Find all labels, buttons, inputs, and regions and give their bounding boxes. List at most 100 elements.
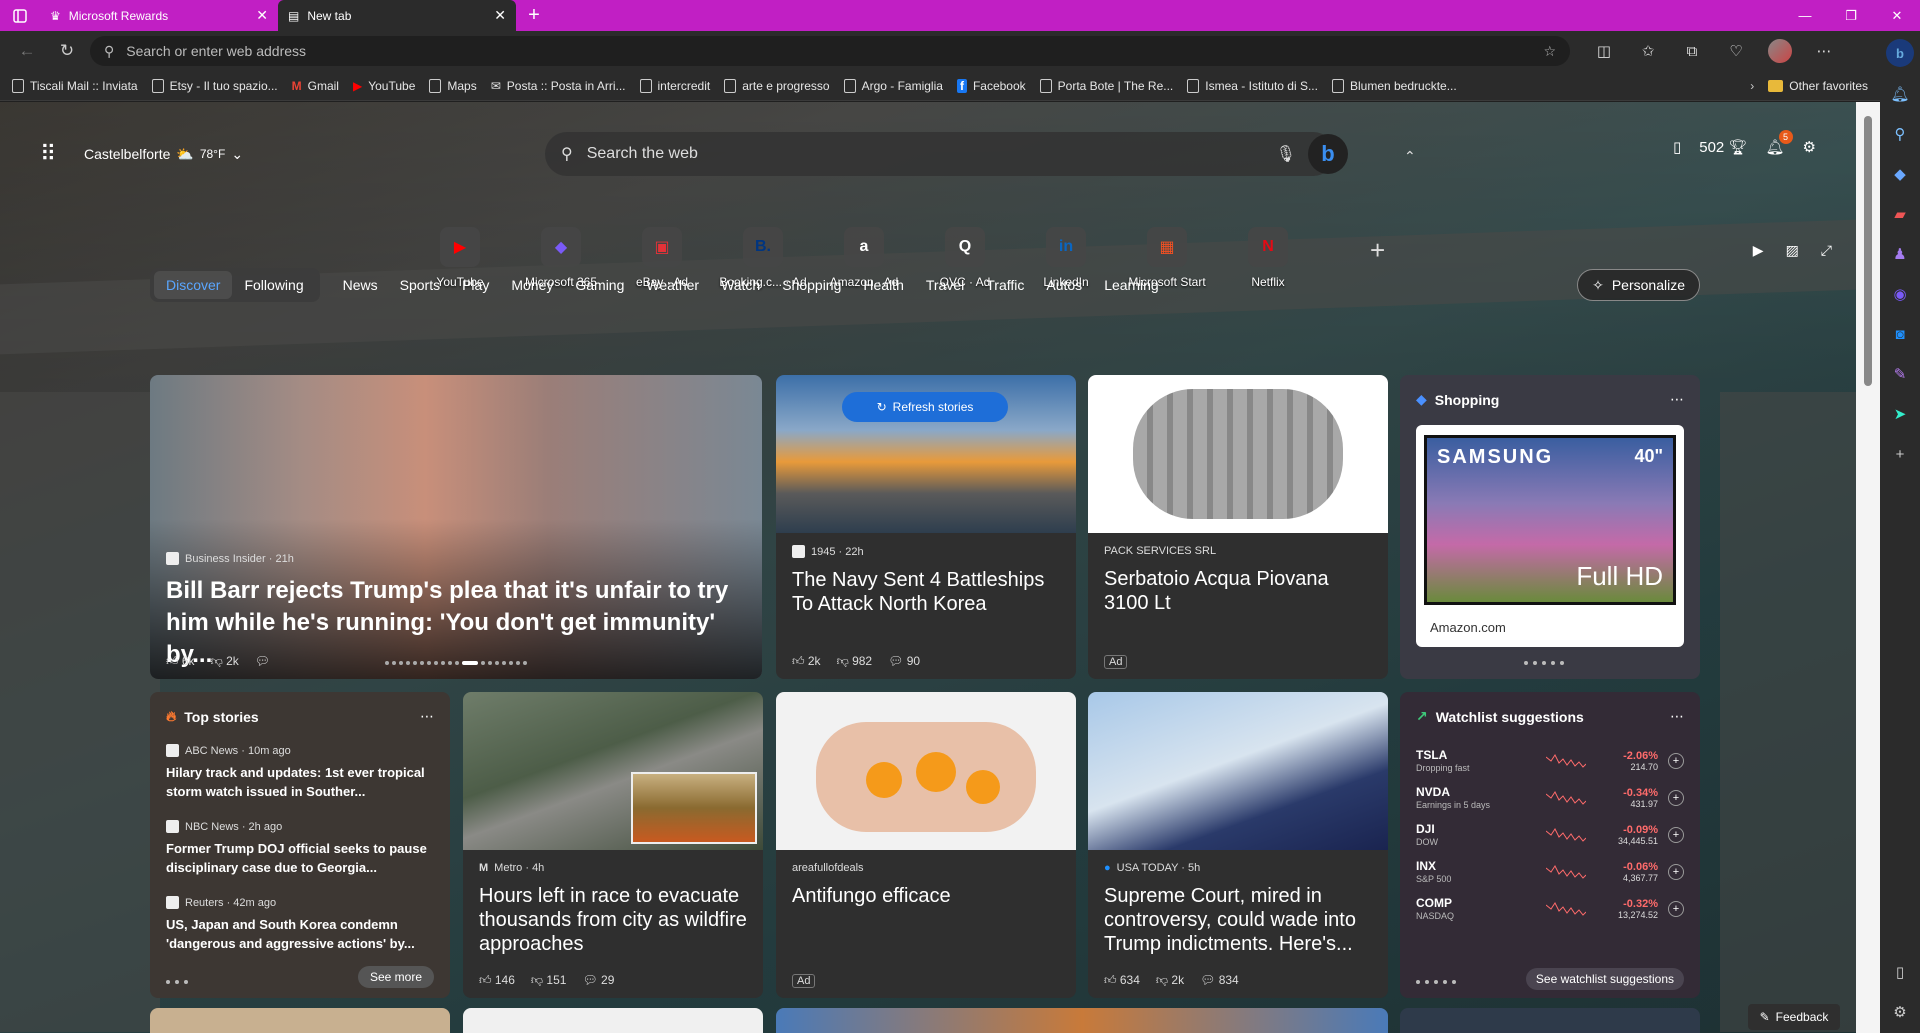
- back-button[interactable]: ←: [10, 36, 44, 66]
- fav-item[interactable]: intercredit: [639, 78, 710, 93]
- feed-tab-watch[interactable]: Watch: [710, 277, 771, 293]
- news-card-wildfire[interactable]: M Metro · 4h Hours left in race to evacua…: [463, 692, 763, 998]
- product-card[interactable]: SAMSUNG 40" Full HD Amazon.com: [1416, 425, 1684, 647]
- fav-item[interactable]: arte e progresso: [724, 78, 830, 93]
- more-options-icon[interactable]: ⋯: [1670, 708, 1684, 725]
- feed-tab-news[interactable]: News: [332, 277, 389, 293]
- collapse-chevron-icon[interactable]: ⌃: [1404, 148, 1416, 165]
- m365-icon[interactable]: ◉: [1887, 281, 1913, 307]
- add-to-watchlist-icon[interactable]: +: [1668, 753, 1684, 769]
- fav-item[interactable]: Maps: [429, 78, 477, 93]
- collections-icon[interactable]: ⧉: [1672, 36, 1712, 66]
- see-more-button[interactable]: See more: [357, 966, 434, 988]
- tab-following[interactable]: Following: [232, 271, 315, 299]
- outlook-icon[interactable]: ◙: [1887, 321, 1913, 347]
- tab-microsoft-rewards[interactable]: ♛ Microsoft Rewards ✕: [40, 0, 278, 31]
- feed-tab-gaming[interactable]: Gaming: [564, 277, 635, 293]
- feed-tab-travel[interactable]: Travel: [915, 277, 975, 293]
- add-to-watchlist-icon[interactable]: +: [1668, 864, 1684, 880]
- news-card-partial[interactable]: [776, 1008, 1388, 1033]
- tab-new-tab[interactable]: ▤ New tab ✕: [278, 0, 516, 31]
- stock-row[interactable]: DJI DOW -0.09% 34,445.51 +: [1416, 816, 1684, 854]
- comment-button[interactable]: 💬︎ 29: [582, 973, 614, 988]
- card-headline[interactable]: Supreme Court, mired in controversy, cou…: [1104, 884, 1372, 956]
- like-button[interactable]: 👍︎ 2k: [792, 654, 821, 669]
- games-icon[interactable]: ♟: [1887, 241, 1913, 267]
- story-item[interactable]: Reuters · 42m ago US, Japan and South Ko…: [166, 896, 434, 953]
- ad-card-water-tank[interactable]: PACK SERVICES SRL Serbatoio Acqua Piovan…: [1088, 375, 1388, 679]
- like-button[interactable]: 👍︎ 634: [1104, 973, 1140, 988]
- dislike-button[interactable]: 👎︎ 2k: [211, 654, 239, 669]
- personalize-button[interactable]: ✧ Personalize: [1577, 269, 1700, 301]
- ad-card-antifungal[interactable]: areafullofdeals Antifungo efficace Ad: [776, 692, 1076, 998]
- fav-item[interactable]: ▶ YouTube: [353, 79, 415, 93]
- comment-button[interactable]: 💬︎ 834: [1200, 973, 1239, 988]
- story-item[interactable]: NBC News · 2h ago Former Trump DOJ offic…: [166, 820, 434, 877]
- tools-icon[interactable]: ▰: [1887, 201, 1913, 227]
- weather-widget[interactable]: Castelbelforte ⛅ 78°F ⌄: [84, 146, 243, 163]
- split-screen-icon[interactable]: ◫: [1584, 36, 1624, 66]
- chevron-right-icon[interactable]: ›: [1750, 79, 1754, 93]
- minimize-icon[interactable]: —: [1782, 0, 1828, 31]
- card-headline[interactable]: Serbatoio Acqua Piovana 3100 Lt: [1104, 567, 1372, 615]
- add-to-watchlist-icon[interactable]: +: [1668, 827, 1684, 843]
- notification-bell-icon[interactable]: 🔔︎: [1887, 81, 1913, 107]
- scroll-thumb[interactable]: [1864, 116, 1872, 386]
- more-menu-icon[interactable]: ⋯: [1804, 36, 1844, 66]
- bing-chat-icon[interactable]: b: [1886, 39, 1914, 67]
- feed-tab-play[interactable]: Play: [451, 277, 500, 293]
- feed-tab-learning[interactable]: Learning: [1093, 277, 1170, 293]
- feed-tab-weather[interactable]: Weather: [635, 277, 710, 293]
- fav-item[interactable]: Argo - Famiglia: [843, 78, 943, 93]
- comment-button[interactable]: 💬︎ 90: [888, 654, 920, 669]
- fav-item[interactable]: Blumen bedruckte...: [1331, 78, 1457, 93]
- like-button[interactable]: 👍︎ 146: [479, 973, 515, 988]
- carousel-dots[interactable]: [1524, 661, 1564, 665]
- performance-icon[interactable]: ♡: [1716, 36, 1756, 66]
- close-tab-icon[interactable]: ✕: [494, 7, 506, 24]
- dislike-button[interactable]: 👎︎ 151: [531, 973, 567, 988]
- fav-item[interactable]: Tiscali Mail :: Inviata: [12, 78, 138, 93]
- designer-icon[interactable]: ✎: [1887, 361, 1913, 387]
- feed-tab-traffic[interactable]: Traffic: [975, 277, 1035, 293]
- favorite-star-icon[interactable]: ☆: [1543, 43, 1556, 60]
- weather-card-partial[interactable]: [1400, 1008, 1700, 1033]
- shopping-tag-icon[interactable]: ◆: [1887, 161, 1913, 187]
- stock-row[interactable]: INX S&P 500 -0.06% 4,367.77 +: [1416, 853, 1684, 891]
- vertical-scrollbar[interactable]: [1856, 102, 1880, 1033]
- play-icon[interactable]: ▶: [1753, 242, 1764, 259]
- card-headline[interactable]: The Navy Sent 4 Battleships To Attack No…: [792, 568, 1060, 616]
- settings-gear-icon[interactable]: ⚙: [1887, 999, 1913, 1025]
- image-info-icon[interactable]: ▨: [1786, 242, 1799, 259]
- add-icon[interactable]: +: [1887, 441, 1913, 467]
- search-icon[interactable]: ⚲: [1887, 121, 1913, 147]
- see-watchlist-button[interactable]: See watchlist suggestions: [1525, 968, 1684, 990]
- more-options-icon[interactable]: ⋯: [1670, 391, 1684, 408]
- feedback-button[interactable]: ✎ Feedback: [1748, 1004, 1840, 1030]
- fav-item[interactable]: Etsy - Il tuo spazio...: [151, 78, 278, 93]
- story-item[interactable]: ABC News · 10m ago Hilary track and upda…: [166, 744, 434, 801]
- feed-tab-health[interactable]: Health: [852, 277, 914, 293]
- add-to-watchlist-icon[interactable]: +: [1668, 901, 1684, 917]
- other-favorites-folder[interactable]: Other favorites: [1768, 79, 1868, 93]
- fav-item[interactable]: Ismea - Istituto di S...: [1187, 78, 1318, 93]
- dislike-button[interactable]: 👎︎ 982: [837, 654, 873, 669]
- carousel-dots[interactable]: [1416, 980, 1456, 984]
- comment-icon[interactable]: 💬︎: [255, 654, 270, 669]
- new-tab-button[interactable]: +: [516, 0, 552, 31]
- fav-item[interactable]: M Gmail: [292, 79, 339, 93]
- bing-button[interactable]: b: [1308, 134, 1348, 174]
- add-shortcut-icon[interactable]: +: [1370, 235, 1385, 266]
- tab-discover[interactable]: Discover: [154, 271, 233, 299]
- fav-item[interactable]: f Facebook: [956, 78, 1026, 93]
- refresh-button[interactable]: ↻: [50, 36, 84, 66]
- web-search-input[interactable]: ⚲ Search the web 🎙︎ ⌗: [545, 132, 1335, 176]
- apps-grid-icon[interactable]: ⠿: [40, 141, 70, 167]
- carousel-dots[interactable]: [385, 661, 527, 665]
- send-icon[interactable]: ➤: [1887, 401, 1913, 427]
- refresh-stories-button[interactable]: ↻ Refresh stories: [842, 392, 1008, 422]
- expand-icon[interactable]: ⤢: [1821, 242, 1832, 259]
- dislike-button[interactable]: 👎︎ 2k: [1156, 973, 1184, 988]
- microphone-icon[interactable]: 🎙︎: [1276, 144, 1296, 164]
- fav-item[interactable]: Porta Bote | The Re...: [1039, 78, 1173, 93]
